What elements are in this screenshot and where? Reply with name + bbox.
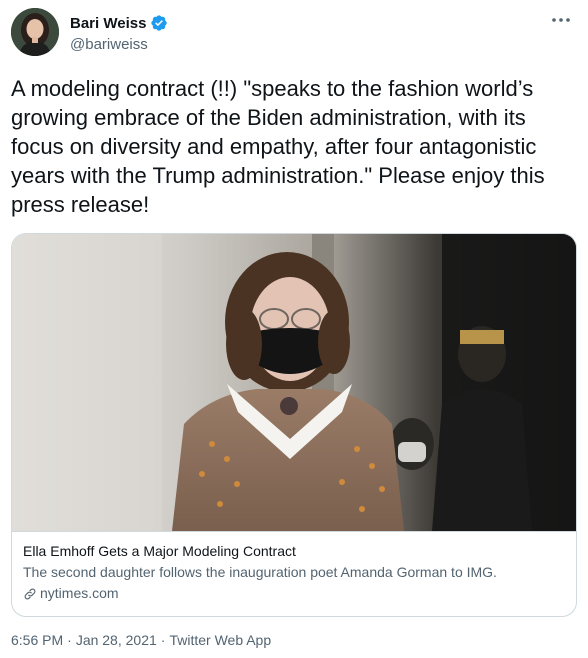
meta-separator: · bbox=[160, 632, 166, 648]
card-domain: nytimes.com bbox=[23, 584, 567, 603]
source-app[interactable]: Twitter Web App bbox=[169, 632, 271, 648]
link-card[interactable]: Ella Emhoff Gets a Major Modeling Contra… bbox=[11, 233, 577, 617]
card-domain-text: nytimes.com bbox=[40, 585, 119, 601]
card-description: The second daughter follows the inaugura… bbox=[23, 564, 497, 580]
link-icon bbox=[24, 588, 36, 599]
display-name[interactable]: Bari Weiss bbox=[70, 15, 146, 32]
display-name-row: Bari Weiss bbox=[70, 13, 168, 33]
tweet-text: A modeling contract (!!) "speaks to the … bbox=[11, 76, 551, 217]
handle[interactable]: @bariweiss bbox=[70, 36, 168, 53]
card-title: Ella Emhoff Gets a Major Modeling Contra… bbox=[23, 543, 296, 559]
tweet: Bari Weiss @bariweiss A modeling contrac… bbox=[0, 0, 588, 658]
tweet-date[interactable]: Jan 28, 2021 bbox=[76, 632, 157, 648]
meta-separator: · bbox=[67, 632, 72, 648]
card-photo-image bbox=[12, 234, 576, 531]
tweet-header: Bari Weiss @bariweiss bbox=[11, 8, 577, 60]
author-names: Bari Weiss @bariweiss bbox=[70, 13, 168, 53]
ellipsis-icon bbox=[552, 18, 570, 22]
avatar[interactable] bbox=[11, 8, 59, 56]
tweet-meta: 6:56 PM · Jan 28, 2021 · Twitter Web App bbox=[11, 632, 271, 648]
card-info[interactable]: Ella Emhoff Gets a Major Modeling Contra… bbox=[12, 531, 576, 616]
more-options-button[interactable] bbox=[547, 10, 575, 30]
card-image[interactable] bbox=[12, 234, 576, 531]
tweet-time[interactable]: 6:56 PM bbox=[11, 632, 63, 648]
profile-photo-icon bbox=[11, 8, 59, 56]
verified-badge-icon bbox=[151, 15, 168, 31]
